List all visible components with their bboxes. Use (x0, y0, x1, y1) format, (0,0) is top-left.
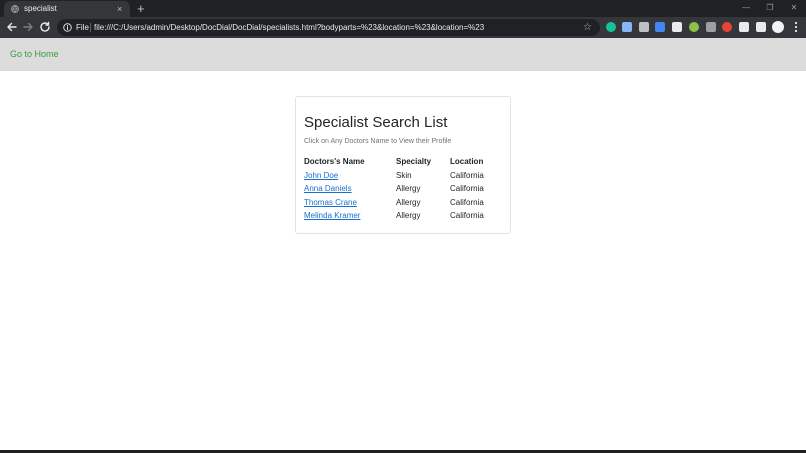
minimize-icon[interactable]: — (734, 0, 758, 17)
url-text[interactable]: file:///C:/Users/admin/Desktop/DocDial/D… (94, 20, 484, 35)
browser-toolbar: File file:///C:/Users/admin/Desktop/DocD… (0, 17, 806, 38)
close-tab-icon[interactable]: × (117, 3, 122, 15)
specialty-cell: Allergy (396, 184, 421, 193)
tab-ext-icon[interactable] (672, 22, 682, 32)
profile-avatar-icon[interactable] (772, 21, 784, 33)
tab-title: specialist (24, 4, 57, 13)
column-header-specialty: Specialty (396, 157, 432, 166)
chart-ext-icon[interactable] (706, 22, 716, 32)
specialty-cell: Allergy (396, 198, 421, 207)
maximize-icon[interactable]: ❐ (758, 0, 782, 17)
specialist-search-card: Specialist Search List Click on Any Doct… (295, 96, 511, 234)
top-nav-bar: Go to Home (0, 38, 806, 71)
red-ext-icon[interactable] (722, 22, 732, 32)
location-cell: California (450, 184, 484, 193)
location-cell: California (450, 211, 484, 220)
new-tab-button[interactable]: + (137, 0, 145, 17)
column-header-location: Location (450, 157, 484, 166)
browser-tab[interactable]: specialist × (4, 1, 130, 17)
column-header-name: Doctors's Name (304, 157, 365, 166)
location-cell: California (450, 171, 484, 180)
doctor-name-link[interactable]: Thomas Crane (304, 197, 357, 208)
address-bar[interactable]: File file:///C:/Users/admin/Desktop/DocD… (57, 19, 600, 36)
address-divider (90, 23, 91, 32)
playlist-icon[interactable] (756, 22, 766, 32)
bookmark-star-icon[interactable]: ☆ (583, 20, 592, 35)
globe-icon (11, 5, 19, 13)
card-subtitle: Click on Any Doctors Name to View their … (304, 138, 452, 145)
info-icon[interactable] (63, 23, 72, 32)
go-to-home-link[interactable]: Go to Home (10, 48, 59, 60)
location-cell: California (450, 198, 484, 207)
specialty-cell: Skin (396, 171, 412, 180)
doctor-name-link[interactable]: Melinda Kramer (304, 210, 360, 221)
grammarly-icon[interactable] (606, 22, 616, 32)
green-ext-icon[interactable] (689, 22, 699, 32)
iq-ext-icon[interactable] (655, 22, 665, 32)
mute-tab-icon[interactable] (639, 22, 649, 32)
back-arrow-icon[interactable] (5, 20, 19, 34)
more-menu-icon[interactable] (789, 20, 803, 34)
puzzle-icon[interactable] (739, 22, 749, 32)
reload-icon[interactable] (38, 20, 52, 34)
download-ext-icon[interactable] (622, 22, 632, 32)
file-scheme-label: File (76, 23, 89, 32)
forward-arrow-icon[interactable] (21, 20, 35, 34)
doctor-name-link[interactable]: John Doe (304, 170, 338, 181)
page-title: Specialist Search List (304, 114, 448, 131)
tab-strip: specialist × + — ❐ ✕ (0, 0, 806, 17)
doctor-name-link[interactable]: Anna Daniels (304, 183, 352, 194)
specialty-cell: Allergy (396, 211, 421, 220)
close-window-icon[interactable]: ✕ (782, 0, 806, 17)
